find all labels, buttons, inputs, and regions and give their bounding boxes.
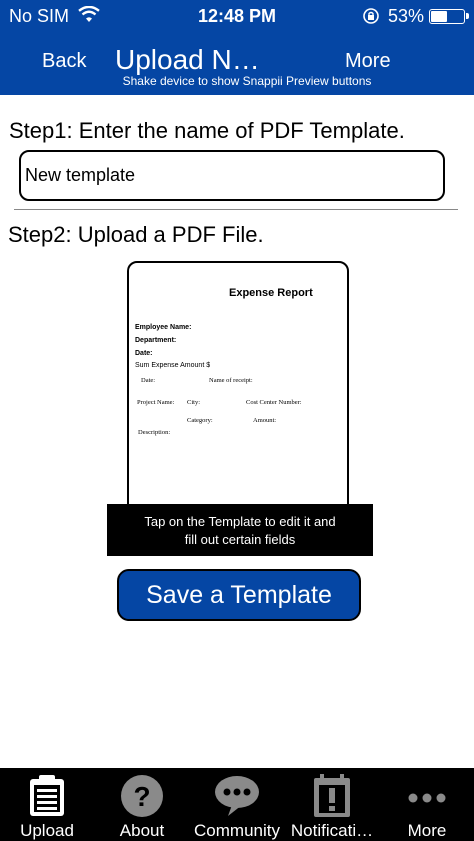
tab-label-notifications: Notificati…	[290, 821, 374, 840]
question-icon: ?	[121, 775, 163, 817]
tooltip-line-1: Tap on the Template to edit it and	[144, 514, 336, 529]
exclamation-calendar-icon	[314, 774, 350, 817]
tab-more[interactable]: More	[380, 768, 474, 841]
pdf-field-description: Description:	[138, 429, 171, 436]
pdf-field-department: Department:	[135, 337, 177, 344]
edit-template-tooltip: Tap on the Template to edit it and fill …	[107, 504, 373, 556]
battery-icon	[429, 9, 469, 24]
pdf-title: Expense Report	[229, 287, 313, 299]
tab-community[interactable]: Community	[190, 768, 284, 841]
preview-hint: Shake device to show Snappii Preview but…	[122, 74, 372, 88]
page-title: Upload N…	[115, 44, 260, 75]
svg-text:?: ?	[133, 781, 150, 812]
back-button[interactable]: Back	[42, 50, 86, 73]
pdf-field-project-name: Project Name:	[137, 399, 175, 406]
tab-label-about: About	[119, 821, 165, 840]
tab-label-more: More	[407, 821, 447, 840]
pdf-field-date-2: Date:	[141, 377, 156, 384]
battery-percent: 53%	[388, 6, 425, 26]
clipboard-icon	[30, 775, 64, 816]
more-dots-icon	[408, 793, 446, 803]
pdf-field-cost-center: Cost Center Number:	[246, 399, 302, 406]
pdf-field-category: Category:	[187, 417, 213, 424]
pdf-field-date: Date:	[135, 350, 153, 357]
step1-label: Step1: Enter the name of PDF Template.	[9, 118, 405, 143]
more-button[interactable]: More	[345, 50, 391, 73]
pdf-field-amount: Amount:	[253, 417, 277, 424]
battery-level	[431, 11, 448, 22]
rotation-lock-icon	[363, 8, 379, 24]
header: No SIM 12:48 PM 53% Back Upload N… More …	[0, 0, 474, 95]
tab-upload[interactable]: Upload	[0, 768, 94, 841]
pdf-field-employee-name: Employee Name:	[135, 324, 192, 331]
pdf-field-city: City:	[187, 399, 201, 406]
chat-bubble-icon	[215, 776, 259, 816]
pdf-field-name-of-receipt: Name of receipt:	[209, 377, 253, 384]
tab-bar: Upload ? About Community Notificati… Mor…	[0, 768, 474, 841]
template-name-input[interactable]	[19, 150, 445, 201]
tooltip-line-2: fill out certain fields	[184, 532, 296, 547]
status-bar: No SIM 12:48 PM 53%	[0, 0, 474, 32]
pdf-field-sum-expense: Sum Expense Amount $	[135, 362, 211, 369]
tab-about[interactable]: ? About	[94, 768, 190, 841]
tab-notifications[interactable]: Notificati…	[284, 768, 380, 841]
tab-label-community: Community	[194, 821, 280, 840]
tab-label-upload: Upload	[20, 821, 74, 840]
save-template-button[interactable]: Save a Template	[117, 569, 361, 621]
pdf-template-preview[interactable]: Expense Report Employee Name: Department…	[127, 261, 349, 527]
step2-label: Step2: Upload a PDF File.	[8, 222, 264, 247]
divider	[14, 209, 458, 210]
